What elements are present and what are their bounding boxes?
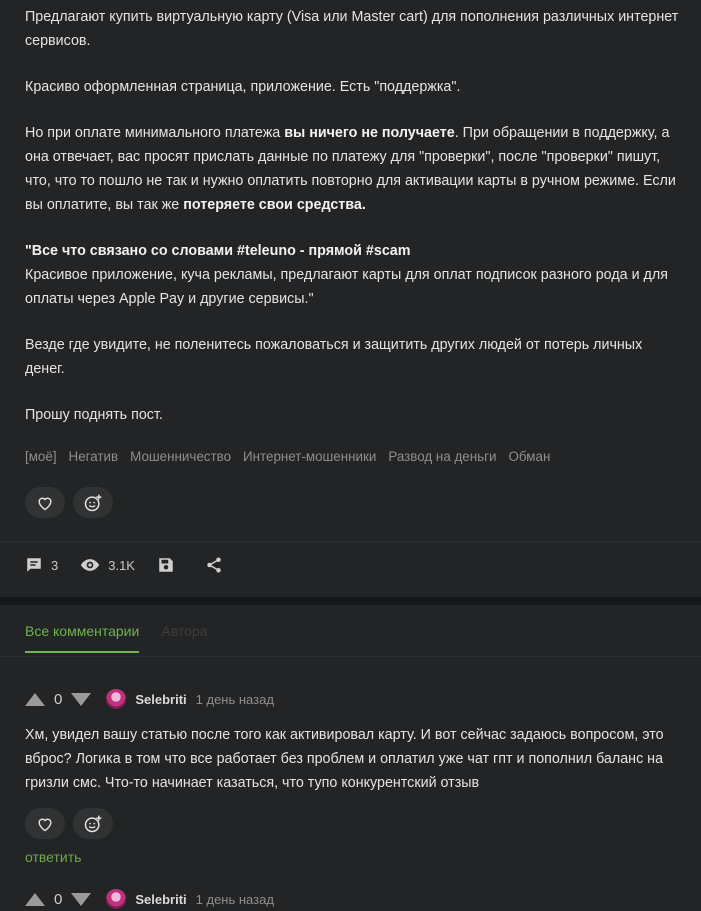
downvote-icon[interactable] [71, 692, 92, 706]
tag-link[interactable]: [моё] [25, 449, 57, 464]
tab-author[interactable]: Автора [161, 623, 207, 653]
upvote-icon[interactable] [25, 692, 45, 706]
comment-time[interactable]: 1 день назад [196, 692, 274, 707]
tag-link[interactable]: Негатив [69, 449, 119, 464]
comments-section: Все комментарии Автора 0 Selebriti 1 ден… [0, 605, 701, 911]
comment-tabs: Все комментарии Автора [25, 623, 207, 653]
text-run: Красивое приложение, куча рекламы, предл… [25, 267, 668, 307]
comment: 0 Selebriti 1 день назад [25, 887, 685, 911]
post-paragraph: Но при оплате минимального платежа вы ни… [25, 121, 685, 217]
comment-header: 0 Selebriti 1 день назад [25, 887, 685, 911]
tag-link[interactable]: Мошенничество [130, 449, 231, 464]
eye-icon [81, 559, 100, 571]
views-counter: 3.1K [80, 558, 135, 573]
post-paragraph: Красиво оформленная страница, приложение… [25, 79, 461, 95]
comment-icon [27, 558, 41, 572]
comment-rating: 0 [54, 890, 63, 908]
comment-reactions [25, 808, 685, 839]
comment-author[interactable]: Selebriti [135, 692, 186, 707]
post-paragraph: Предлагают купить виртуальную карту (Vis… [25, 9, 679, 49]
save-button[interactable] [157, 556, 183, 574]
comment-header: 0 Selebriti 1 день назад [25, 687, 685, 711]
avatar[interactable] [106, 689, 127, 709]
comments-count: 3 [51, 557, 59, 573]
add-reaction-button[interactable] [73, 487, 113, 518]
share-button[interactable] [205, 556, 231, 574]
bold-text: потеряете свои средства. [183, 197, 366, 213]
post-paragraph: Прошу поднять пост. [25, 407, 163, 423]
like-button[interactable] [25, 487, 65, 518]
downvote-icon[interactable] [71, 892, 92, 906]
post-card: Предлагают купить виртуальную карту (Vis… [0, 0, 701, 597]
add-reaction-button[interactable] [73, 808, 113, 839]
comment-text: Хм, увидел вашу статью после того как ак… [25, 727, 664, 791]
tag-list: [моё] Негатив Мошенничество Интернет-мош… [25, 449, 562, 464]
emoji-add-icon [84, 815, 102, 832]
comment-rating: 0 [54, 690, 63, 708]
share-icon [207, 557, 221, 573]
comment-time[interactable]: 1 день назад [196, 892, 274, 907]
heart-icon [38, 497, 52, 510]
like-button[interactable] [25, 808, 65, 839]
comment-author[interactable]: Selebriti [135, 892, 186, 907]
vote-control: 0 [25, 690, 92, 708]
post-reactions [25, 487, 113, 518]
bold-text: вы ничего не получаете [284, 125, 455, 141]
vote-control: 0 [25, 890, 92, 908]
reply-link[interactable]: ответить [25, 849, 685, 865]
heart-icon [38, 818, 52, 831]
avatar[interactable] [106, 889, 127, 909]
comments-counter[interactable]: 3 [25, 556, 58, 574]
post-paragraph: "Все что связано со словами #teleuno - п… [25, 239, 685, 311]
tab-all-comments[interactable]: Все комментарии [25, 623, 140, 653]
upvote-icon[interactable] [25, 892, 45, 906]
tag-link[interactable]: Интернет-мошенники [243, 449, 376, 464]
divider [0, 656, 701, 657]
views-count: 3.1K [108, 557, 135, 573]
comment: 0 Selebriti 1 день назад Хм, увидел вашу… [25, 687, 685, 865]
save-icon [159, 558, 173, 572]
post-paragraph: Везде где увидите, не поленитесь пожалов… [25, 337, 643, 377]
divider [0, 541, 701, 542]
post-stats: 3 3.1K [25, 556, 253, 574]
tag-link[interactable]: Развод на деньги [388, 449, 496, 464]
tag-link[interactable]: Обман [509, 449, 551, 464]
bold-text: "Все что связано со словами #teleuno - п… [25, 243, 411, 259]
emoji-add-icon [84, 494, 102, 511]
post-body: Предлагают купить виртуальную карту (Vis… [25, 5, 685, 427]
text-run: Но при оплате минимального платежа [25, 125, 285, 141]
